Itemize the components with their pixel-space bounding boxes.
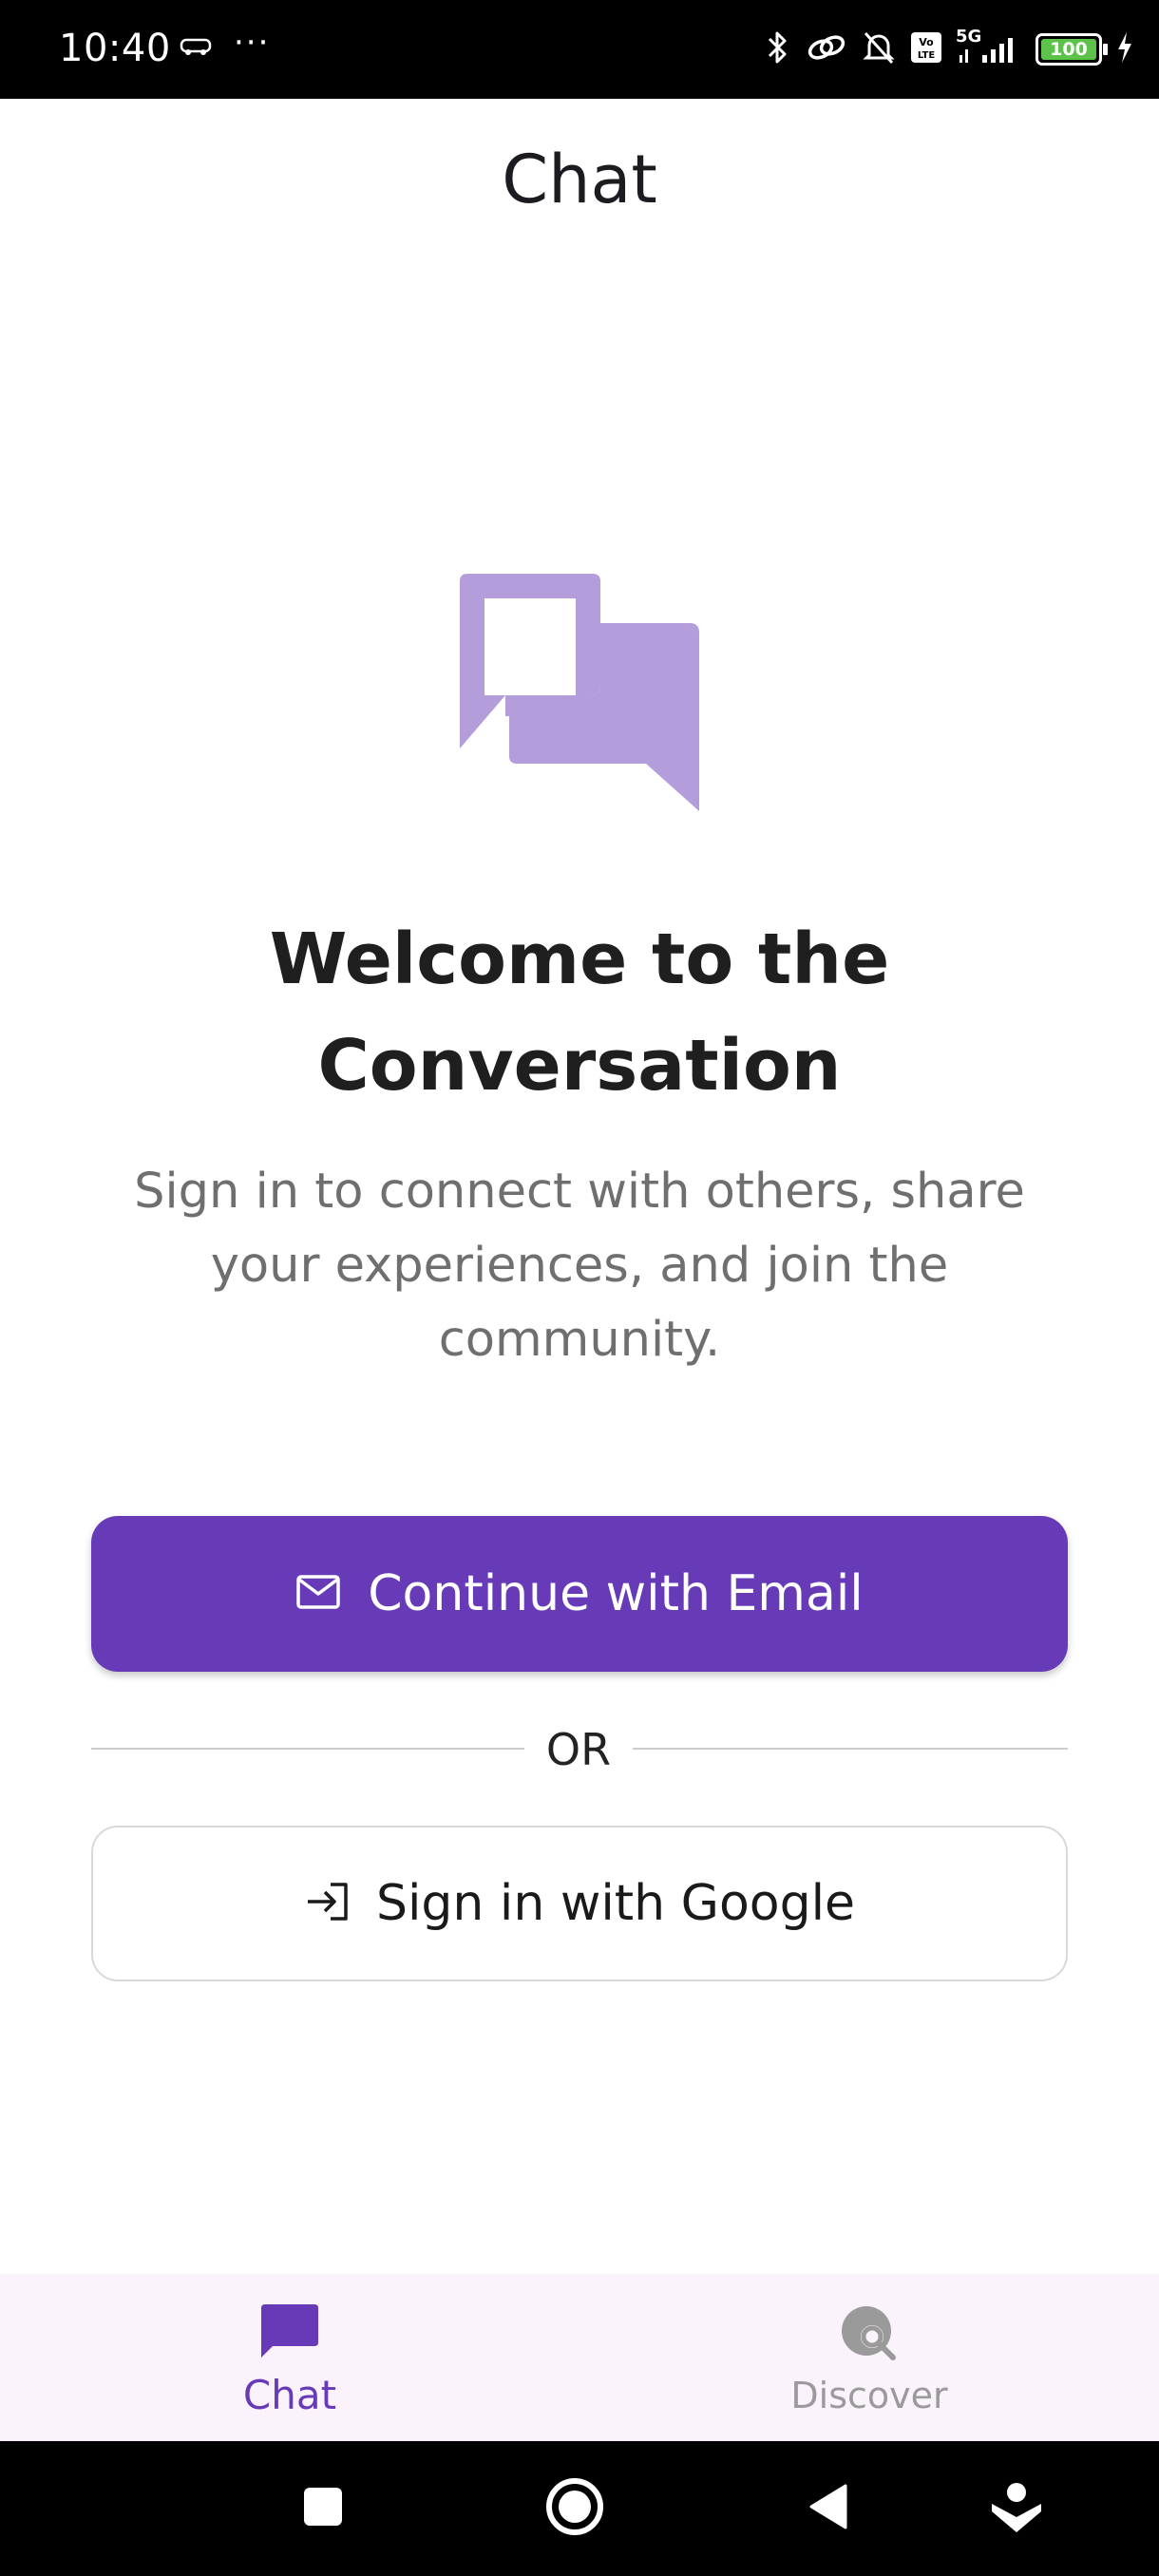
link-icon xyxy=(806,30,847,68)
status-right-icons: Vo LTE 5G 100 xyxy=(764,27,1134,70)
recents-button[interactable] xyxy=(266,2441,380,2576)
chat-bubble-icon xyxy=(0,2302,580,2359)
continue-with-email-button[interactable]: Continue with Email xyxy=(91,1516,1068,1672)
assistant-button[interactable] xyxy=(960,2441,1074,2576)
welcome-subtitle: Sign in to connect with others, share yo… xyxy=(134,1164,1025,1368)
svg-text:LTE: LTE xyxy=(918,50,936,61)
home-button[interactable] xyxy=(518,2441,632,2576)
system-navigation-bar xyxy=(0,2441,1159,2576)
nav-label-discover: Discover xyxy=(790,2375,948,2416)
square-icon xyxy=(302,2486,344,2531)
volte-icon: Vo LTE xyxy=(910,31,942,67)
sign-in-with-google-button[interactable]: Sign in with Google xyxy=(91,1826,1068,1981)
status-more-dots: ··· xyxy=(234,24,271,62)
or-divider: OR xyxy=(91,1715,1068,1782)
continue-with-email-label: Continue with Email xyxy=(368,1565,864,1622)
mail-icon xyxy=(295,1574,341,1614)
back-triangle-icon xyxy=(808,2483,849,2534)
bottom-navigation: Chat Discover xyxy=(0,2274,1159,2441)
nav-label-chat: Chat xyxy=(242,2372,337,2418)
back-button[interactable] xyxy=(771,2441,885,2576)
signal-icon: 5G xyxy=(956,27,1022,68)
bell-muted-icon xyxy=(861,28,897,70)
forum-icon xyxy=(460,574,699,813)
page-title: Chat xyxy=(502,141,657,218)
assistant-icon xyxy=(989,2479,1044,2538)
charging-icon xyxy=(1115,30,1134,68)
nav-item-chat[interactable]: Chat xyxy=(0,2274,580,2441)
welcome-title: Welcome to the Conversation xyxy=(269,919,890,1107)
divider-label: OR xyxy=(545,1724,612,1775)
status-left-icons: ··· xyxy=(179,27,270,61)
sign-in-with-google-label: Sign in with Google xyxy=(375,1875,856,1932)
car-icon xyxy=(179,34,213,61)
nav-item-discover[interactable]: Discover xyxy=(580,2274,1159,2441)
app-bar: Chat xyxy=(0,99,1159,258)
status-time: 10:40 xyxy=(59,27,171,70)
svg-text:Vo: Vo xyxy=(919,36,934,48)
discover-icon xyxy=(580,2302,1159,2363)
battery-level: 100 xyxy=(1041,39,1096,60)
status-bar: 10:40 ··· Vo LTE 5G 100 xyxy=(0,0,1159,99)
divider-line xyxy=(91,1748,524,1750)
bluetooth-icon xyxy=(764,28,792,70)
divider-line xyxy=(633,1748,1068,1750)
login-icon xyxy=(304,1881,352,1926)
battery-icon: 100 xyxy=(1036,33,1108,66)
home-circle-icon xyxy=(545,2477,604,2540)
